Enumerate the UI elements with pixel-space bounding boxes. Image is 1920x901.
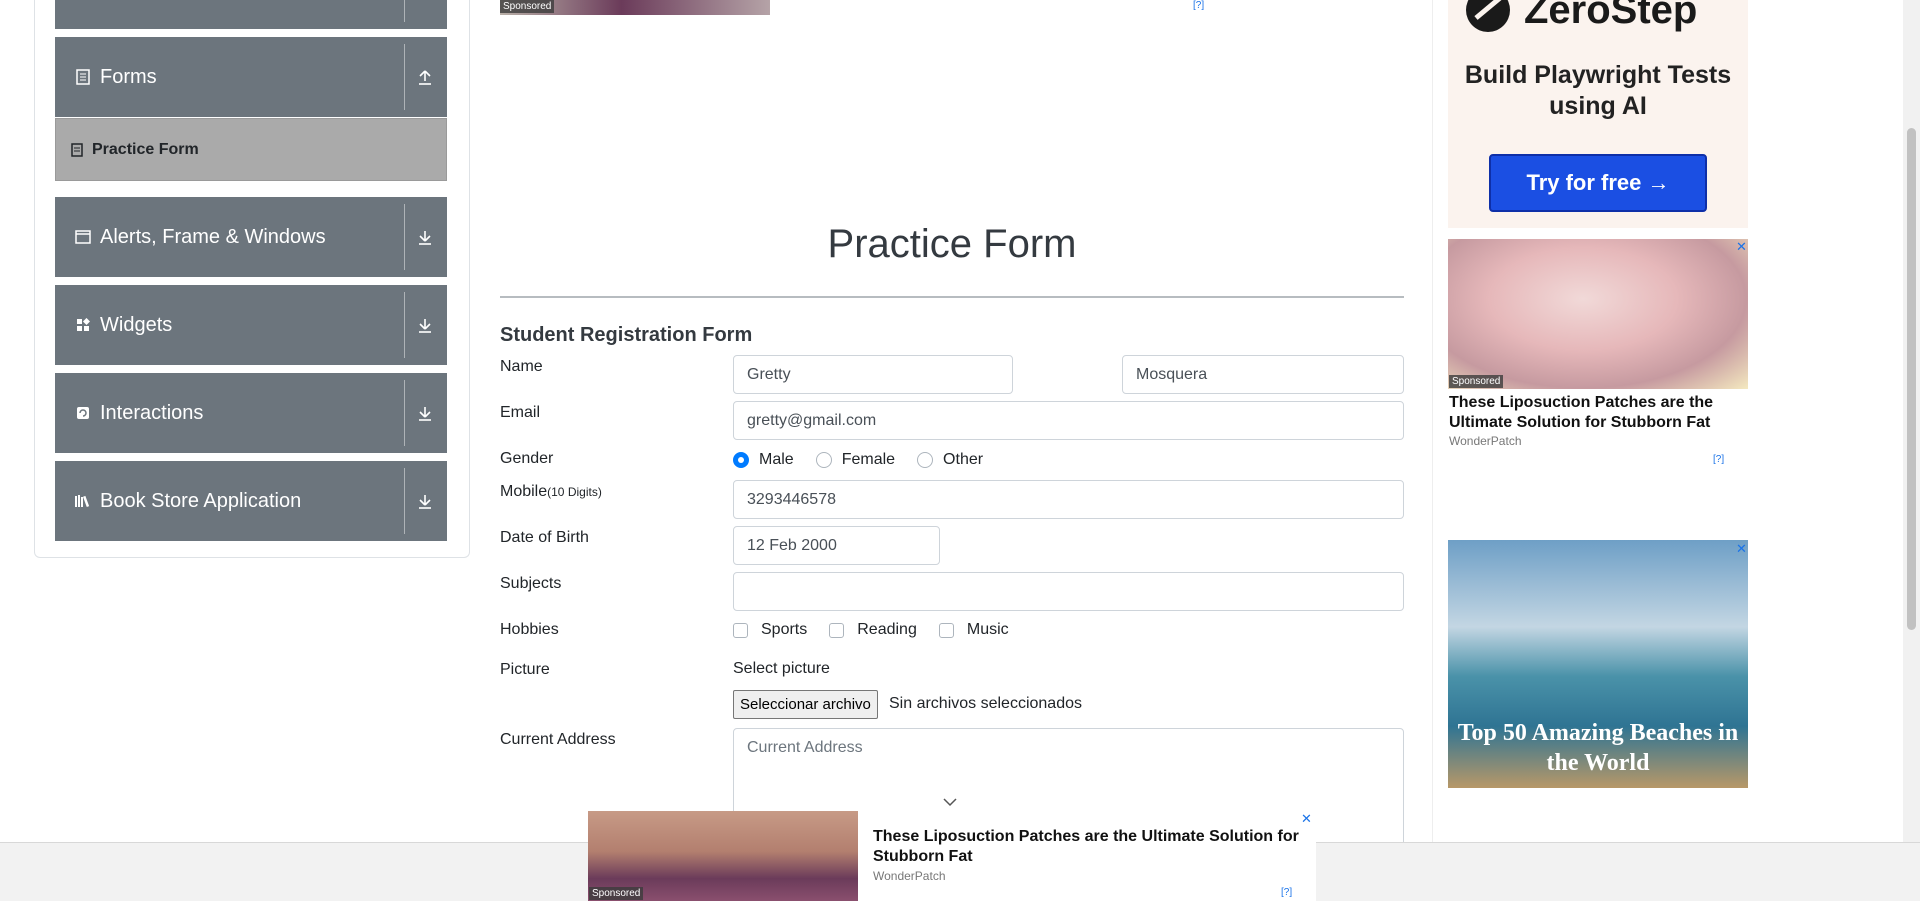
form-heading: Student Registration Form — [500, 324, 753, 346]
sidebar-item-practice-form[interactable]: Practice Form — [55, 118, 447, 181]
hobby-music-option[interactable]: Music — [938, 621, 1009, 639]
sponsored-tag: Sponsored — [500, 0, 555, 13]
sidebar-group-interactions[interactable]: Interactions — [55, 373, 447, 453]
hobby-reading-option[interactable]: Reading — [829, 621, 917, 639]
scrollbar-thumb[interactable] — [1907, 128, 1916, 630]
ad-title[interactable]: These Liposuction Patches are the Ultima… — [873, 827, 1303, 867]
gender-other-radio[interactable] — [917, 452, 934, 468]
sidebar-group-elements[interactable] — [55, 0, 447, 29]
checkbox-label: Music — [966, 621, 1009, 638]
radio-label: Male — [759, 451, 794, 468]
choose-file-button[interactable]: Seleccionar archivo — [733, 690, 878, 719]
sidebar-group-label: Interactions — [100, 401, 204, 424]
radio-label: Female — [841, 451, 896, 468]
sidebar-group-alerts[interactable]: Alerts, Frame & Windows — [55, 197, 447, 277]
close-icon[interactable]: ✕ — [1736, 239, 1747, 255]
dob-label: Date of Birth — [500, 529, 589, 546]
widgets-icon — [72, 314, 94, 336]
zerostep-brand: ZeroStep — [1524, 0, 1698, 32]
zerostep-tagline: Build Playwright Tests using AI — [1464, 61, 1732, 120]
divider — [404, 44, 405, 110]
hobbies-label: Hobbies — [500, 621, 559, 638]
ad-image[interactable] — [1448, 239, 1748, 389]
close-icon[interactable]: ✕ — [1301, 811, 1312, 827]
divider — [404, 380, 405, 446]
subjects-input[interactable] — [733, 572, 1404, 611]
sponsored-tag: Sponsored — [589, 887, 644, 900]
divider — [500, 296, 1404, 298]
gender-label: Gender — [500, 450, 554, 467]
hobby-music-checkbox[interactable] — [938, 622, 954, 638]
chevron-down-icon — [942, 794, 958, 812]
gender-radio-group: Male Female Other — [733, 451, 1005, 469]
practice-form-icon — [70, 142, 84, 157]
sponsored-tag: Sponsored — [1449, 375, 1504, 388]
interactions-icon — [72, 402, 94, 424]
expand-icon[interactable] — [413, 461, 437, 541]
gender-female-radio[interactable] — [815, 452, 832, 468]
expand-icon[interactable] — [413, 197, 437, 277]
mobile-label-text: Mobile — [500, 483, 548, 500]
sidebar-group-label: Forms — [100, 65, 157, 88]
date-of-birth-input[interactable] — [733, 526, 940, 565]
sidebar-group-forms[interactable]: Forms — [55, 37, 447, 117]
hobby-reading-checkbox[interactable] — [829, 622, 845, 638]
sidebar-item-label: Practice Form — [92, 140, 199, 158]
divider — [404, 468, 405, 534]
sidebar-group-widgets[interactable]: Widgets — [55, 285, 447, 365]
mobile-input[interactable] — [733, 480, 1404, 519]
radio-label: Other — [943, 451, 984, 468]
close-icon[interactable]: ✕ — [1736, 541, 1747, 557]
hobby-sports-checkbox[interactable] — [733, 622, 748, 638]
zerostep-logo: ZeroStep — [1462, 0, 1697, 36]
sidebar-group-label: Widgets — [100, 313, 173, 336]
sidebar-group-label: Book Store Application — [100, 489, 302, 512]
expand-icon[interactable] — [413, 285, 437, 365]
ad-title[interactable]: These Liposuction Patches are the Ultima… — [1449, 393, 1749, 433]
first-name-input[interactable] — [733, 355, 1013, 394]
gender-other-option[interactable]: Other — [917, 451, 983, 469]
window-icon — [72, 226, 94, 248]
sidebar-group-bookstore[interactable]: Book Store Application — [55, 461, 447, 541]
checkbox-label: Reading — [857, 621, 917, 638]
expand-icon[interactable] — [413, 373, 437, 453]
email-label: Email — [500, 404, 541, 421]
file-status-text: Sin archivos seleccionados — [889, 695, 1082, 712]
email-input[interactable] — [733, 401, 1404, 440]
hobby-sports-option[interactable]: Sports — [733, 621, 807, 639]
gender-male-radio[interactable] — [733, 452, 749, 468]
mobile-hint: (10 Digits) — [547, 485, 602, 499]
ad-headline[interactable]: Top 50 Amazing Beaches in the World — [1448, 718, 1748, 778]
picture-label: Picture — [500, 661, 550, 678]
ad-brand: WonderPatch — [1449, 434, 1522, 448]
hobbies-checkbox-group: Sports Reading Music — [733, 621, 1031, 639]
page-title: Practice Form — [827, 222, 1077, 266]
address-label: Current Address — [500, 731, 616, 748]
checkbox-label: Sports — [761, 621, 808, 638]
sidebar-group-label: Alerts, Frame & Windows — [100, 225, 326, 248]
divider — [404, 204, 405, 270]
divider — [404, 0, 405, 22]
mobile-label: Mobile(10 Digits) — [500, 483, 602, 501]
adchoices-icon[interactable]: [?] — [1713, 454, 1724, 465]
books-icon — [72, 490, 94, 512]
gender-female-option[interactable]: Female — [815, 451, 896, 469]
ad-brand: WonderPatch — [873, 869, 946, 883]
gender-male-option[interactable]: Male — [733, 451, 794, 469]
name-label: Name — [500, 358, 543, 375]
try-for-free-button[interactable]: Try for free → — [1489, 154, 1707, 212]
form-icon — [72, 66, 94, 88]
select-picture-label: Select picture — [733, 660, 830, 677]
collapse-icon[interactable] — [413, 37, 437, 117]
divider — [404, 292, 405, 358]
last-name-input[interactable] — [1122, 355, 1404, 394]
subjects-label: Subjects — [500, 575, 562, 592]
adchoices-icon[interactable]: [?] — [1193, 0, 1204, 11]
adchoices-icon[interactable]: [?] — [1281, 887, 1292, 898]
